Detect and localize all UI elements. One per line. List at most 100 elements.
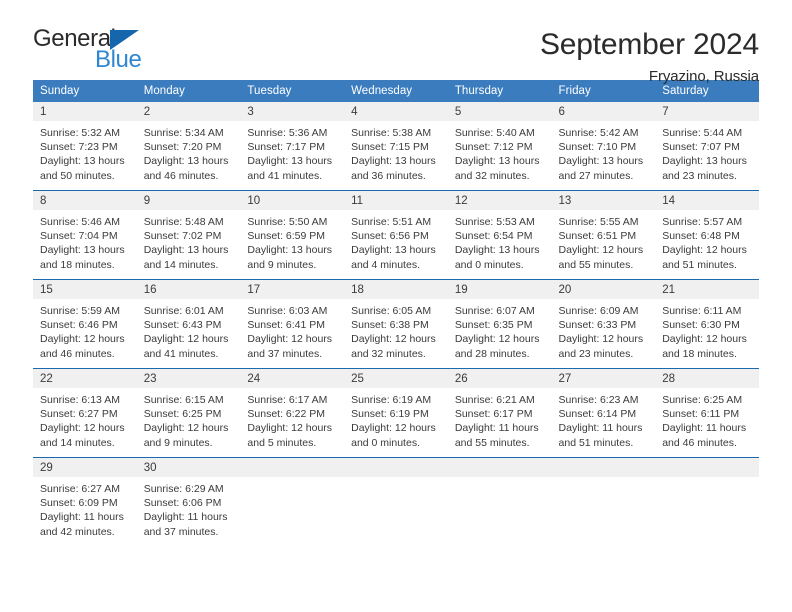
daylight-text-line1: Daylight: 13 hours [351,244,436,257]
sunset-text: Sunset: 6:43 PM [143,319,222,332]
daylight-text-line1: Daylight: 12 hours [454,333,540,346]
day-number: 10 [240,191,345,210]
calendar-day-cell[interactable]: 9 Sunrise: 5:48 AM Sunset: 7:02 PM Daylight… [136,190,241,280]
daylight-text-line1: Daylight: 12 hours [143,422,229,435]
calendar-day-cell[interactable]: 26 Sunrise: 6:21 AM Sunset: 6:17 PM Dayligh… [447,368,552,458]
day-number [447,458,552,477]
calendar-day-cell[interactable]: 21 Sunrise: 6:11 AM Sunset: 6:30 PM Dayligh… [655,279,759,369]
daylight-text-line1: Daylight: 13 hours [143,155,229,168]
calendar-day-cell[interactable]: 6 Sunrise: 5:42 AM Sunset: 7:10 PM Daylight… [551,102,656,191]
daylight-text-line1: Daylight: 13 hours [454,244,540,257]
day-number: 14 [655,191,759,210]
sunset-text: Sunset: 6:22 PM [247,408,326,421]
calendar-day-cell[interactable]: 28 Sunrise: 6:25 AM Sunset: 6:11 PM Dayligh… [655,368,759,458]
calendar-day-cell[interactable]: 7 Sunrise: 5:44 AM Sunset: 7:07 PM Daylight… [655,102,759,191]
calendar-day-cell[interactable]: 22 Sunrise: 6:13 AM Sunset: 6:27 PM Dayligh… [33,368,137,458]
sunset-text: Sunset: 7:04 PM [40,230,118,243]
calendar-day-cell[interactable]: 16 Sunrise: 6:01 AM Sunset: 6:43 PM Dayligh… [136,279,241,369]
calendar-day-cell[interactable]: 3 Sunrise: 5:36 AM Sunset: 7:17 PM Daylight… [240,102,345,191]
sunset-text: Sunset: 7:23 PM [40,141,118,154]
sunrise-text: Sunrise: 5:38 AM [351,127,432,139]
sunrise-text: Sunrise: 6:13 AM [40,394,120,406]
sunset-text: Sunset: 6:27 PM [40,408,118,421]
calendar-day-cell[interactable]: 4 Sunrise: 5:38 AM Sunset: 7:15 PM Daylight… [344,102,448,191]
day-number: 11 [344,191,448,210]
sunrise-text: Sunrise: 5:42 AM [558,127,639,139]
calendar-day-cell[interactable]: 18 Sunrise: 6:05 AM Sunset: 6:38 PM Dayligh… [344,279,448,369]
daylight-text-line2: and 41 minutes. [143,347,219,360]
daylight-text-line1: Daylight: 12 hours [558,244,644,257]
sunset-text: Sunset: 6:56 PM [351,230,429,243]
calendar-day-cell[interactable]: 15 Sunrise: 5:59 AM Sunset: 6:46 PM Dayligh… [33,279,137,369]
sunrise-text: Sunrise: 5:34 AM [143,127,224,139]
day-number: 15 [33,280,137,299]
calendar-day-cell[interactable]: 10 Sunrise: 5:50 AM Sunset: 6:59 PM Dayligh… [240,190,345,280]
calendar-day-cell-empty [447,457,552,546]
daylight-text-line2: and 51 minutes. [662,258,737,271]
calendar-week-row: 8 Sunrise: 5:46 AM Sunset: 7:04 PM Daylight… [33,190,759,280]
sunrise-text: Sunrise: 5:36 AM [247,127,328,139]
sunset-text: Sunset: 6:14 PM [558,408,637,421]
sunrise-text: Sunrise: 6:15 AM [143,394,224,406]
calendar-day-cell[interactable]: 2 Sunrise: 5:34 AM Sunset: 7:20 PM Daylight… [136,102,241,191]
calendar-day-cell[interactable]: 1 Sunrise: 5:32 AM Sunset: 7:23 PM Daylight… [33,102,137,191]
calendar-day-cell[interactable]: 5 Sunrise: 5:40 AM Sunset: 7:12 PM Daylight… [447,102,552,191]
daylight-text-line1: Daylight: 12 hours [351,422,436,435]
general-blue-logo[interactable]: General Blue [33,27,193,75]
calendar-day-cell[interactable]: 11 Sunrise: 5:51 AM Sunset: 6:56 PM Dayligh… [344,190,448,280]
sunrise-text: Sunrise: 6:29 AM [143,483,224,495]
day-number: 21 [655,280,759,299]
sunset-text: Sunset: 6:54 PM [454,230,533,243]
sunset-text: Sunset: 7:20 PM [143,141,222,154]
daylight-text-line1: Daylight: 13 hours [351,155,436,168]
daylight-text-line2: and 46 minutes. [143,169,219,182]
sunrise-text: Sunrise: 6:01 AM [143,305,224,317]
calendar-day-cell[interactable]: 17 Sunrise: 6:03 AM Sunset: 6:41 PM Dayligh… [240,279,345,369]
calendar-day-cell[interactable]: 29 Sunrise: 6:27 AM Sunset: 6:09 PM Dayligh… [33,457,137,546]
calendar-day-cell[interactable]: 25 Sunrise: 6:19 AM Sunset: 6:19 PM Dayligh… [344,368,448,458]
daylight-text-line2: and 23 minutes. [558,347,634,360]
sunrise-text: Sunrise: 6:17 AM [247,394,328,406]
calendar-day-cell[interactable]: 23 Sunrise: 6:15 AM Sunset: 6:25 PM Dayligh… [136,368,241,458]
calendar-week-row: 15 Sunrise: 5:59 AM Sunset: 6:46 PM Dayligh… [33,279,759,369]
title-block: September 2024 Fryazino, Russia [540,27,759,85]
sunrise-text: Sunrise: 5:48 AM [143,216,224,228]
daylight-text-line2: and 18 minutes. [662,347,737,360]
sunset-text: Sunset: 6:33 PM [558,319,637,332]
calendar-day-cell[interactable]: 19 Sunrise: 6:07 AM Sunset: 6:35 PM Dayligh… [447,279,552,369]
sunrise-text: Sunrise: 6:07 AM [454,305,535,317]
weekday-header-tuesday: Tuesday [240,80,345,102]
calendar-day-cell[interactable]: 13 Sunrise: 5:55 AM Sunset: 6:51 PM Dayligh… [551,190,656,280]
calendar-body: 1 Sunrise: 5:32 AM Sunset: 7:23 PM Daylight… [33,102,759,546]
day-number: 26 [447,369,552,388]
calendar-day-cell[interactable]: 20 Sunrise: 6:09 AM Sunset: 6:33 PM Dayligh… [551,279,656,369]
calendar-day-cell[interactable]: 8 Sunrise: 5:46 AM Sunset: 7:04 PM Daylight… [33,190,137,280]
daylight-text-line2: and 4 minutes. [351,258,420,271]
sunset-text: Sunset: 7:07 PM [662,141,740,154]
calendar-day-cell[interactable]: 27 Sunrise: 6:23 AM Sunset: 6:14 PM Dayligh… [551,368,656,458]
day-number: 16 [136,280,241,299]
daylight-text-line2: and 18 minutes. [40,258,115,271]
day-number: 1 [33,102,137,121]
sunrise-text: Sunrise: 5:59 AM [40,305,120,317]
page-title: September 2024 [539,28,759,61]
day-number: 18 [344,280,448,299]
daylight-text-line2: and 42 minutes. [40,525,115,538]
sunrise-text: Sunrise: 5:51 AM [351,216,432,228]
daylight-text-line2: and 28 minutes. [454,347,530,360]
sunrise-text: Sunrise: 6:03 AM [247,305,328,317]
daylight-text-line1: Daylight: 12 hours [40,422,125,435]
sunrise-text: Sunrise: 6:25 AM [662,394,743,406]
calendar-week-row: 1 Sunrise: 5:32 AM Sunset: 7:23 PM Daylight… [33,102,759,191]
calendar-day-cell[interactable]: 24 Sunrise: 6:17 AM Sunset: 6:22 PM Dayligh… [240,368,345,458]
calendar-day-cell[interactable]: 30 Sunrise: 6:29 AM Sunset: 6:06 PM Dayligh… [136,457,241,546]
sunset-text: Sunset: 7:15 PM [351,141,429,154]
daylight-text-line1: Daylight: 13 hours [143,244,229,257]
daylight-text-line1: Daylight: 13 hours [454,155,540,168]
day-number: 3 [240,102,345,121]
daylight-text-line2: and 0 minutes. [351,436,420,449]
calendar-day-cell[interactable]: 14 Sunrise: 5:57 AM Sunset: 6:48 PM Dayligh… [655,190,759,280]
calendar-week-row: 29 Sunrise: 6:27 AM Sunset: 6:09 PM Dayligh… [33,457,759,546]
page-subtitle: Fryazino, Russia [648,67,759,85]
calendar-day-cell[interactable]: 12 Sunrise: 5:53 AM Sunset: 6:54 PM Dayligh… [447,190,552,280]
